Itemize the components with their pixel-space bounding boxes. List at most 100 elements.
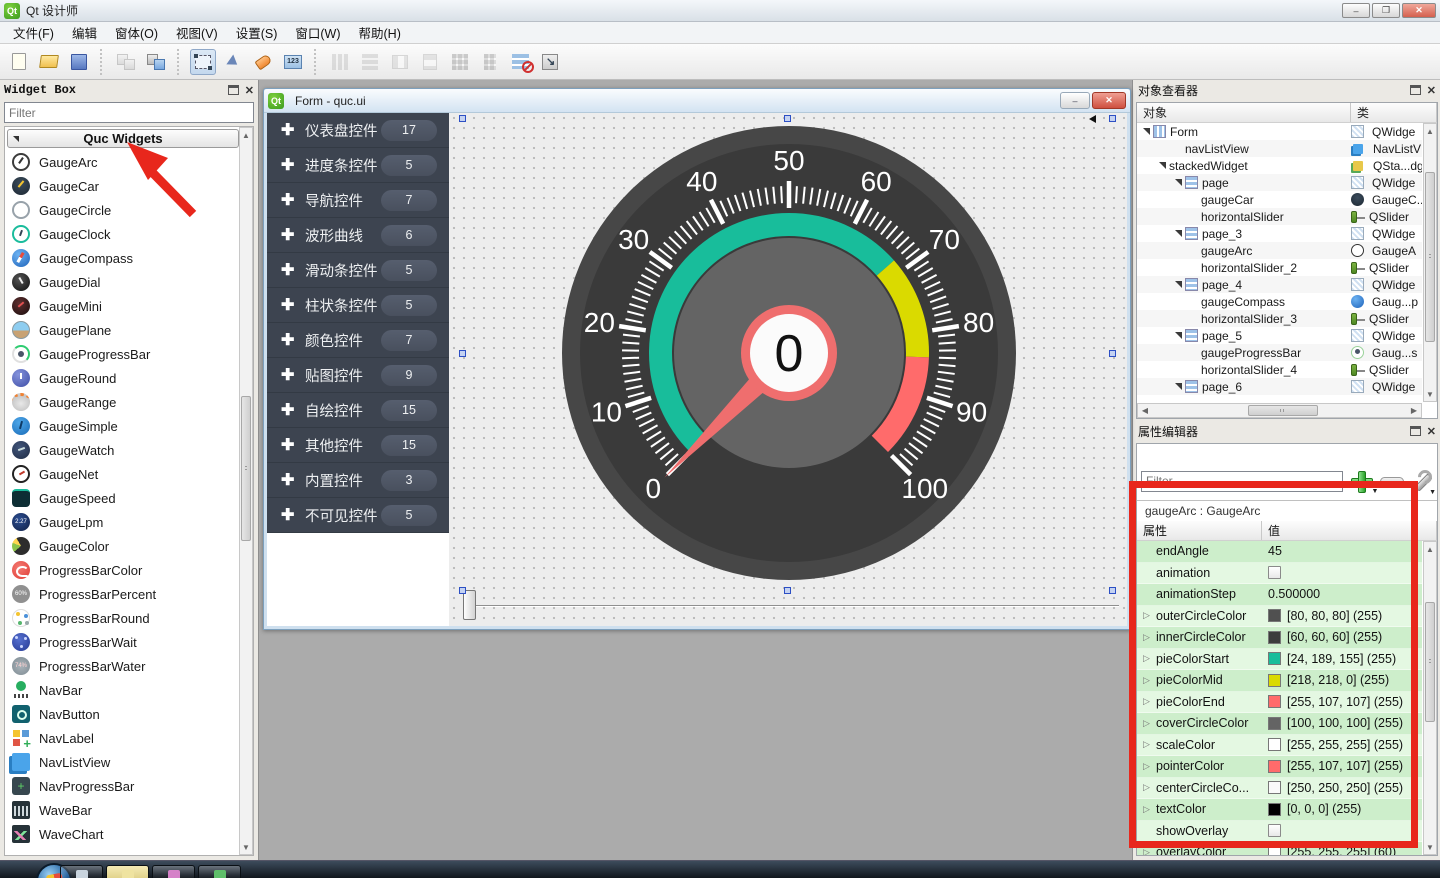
property-row-pieColorStart[interactable]: ▷pieColorStart[24, 189, 155] (255)	[1137, 649, 1422, 671]
widget-item-gaugelpm[interactable]: 2.27GaugeLpm	[7, 510, 239, 534]
selection-handle[interactable]	[1109, 115, 1116, 122]
property-row-endAngle[interactable]: endAngle45	[1137, 541, 1422, 563]
adjust-size-icon[interactable]	[537, 49, 563, 75]
widget-item-gaugeprogressbar[interactable]: GaugeProgressBar	[7, 342, 239, 366]
nav-item-导航控件[interactable]: ✚导航控件7	[267, 183, 449, 218]
taskbar-app-3[interactable]	[152, 865, 195, 878]
property-row-coverCircleColor[interactable]: ▷coverCircleColor[100, 100, 100] (255)	[1137, 713, 1422, 735]
menu-item-7[interactable]: 帮助(H)	[350, 20, 410, 45]
checkbox[interactable]	[1268, 566, 1281, 579]
widget-item-progressbarround[interactable]: ProgressBarRound	[7, 606, 239, 630]
close-button[interactable]: ✕	[1402, 3, 1436, 18]
widget-item-wavebar[interactable]: WaveBar	[7, 798, 239, 822]
float-dock-icon[interactable]	[1410, 85, 1421, 95]
float-dock-icon[interactable]	[228, 85, 239, 95]
nav-item-贴图控件[interactable]: ✚贴图控件9	[267, 358, 449, 393]
widget-item-navlabel[interactable]: NavLabel	[7, 726, 239, 750]
close-dock-icon[interactable]: ✕	[1427, 84, 1436, 97]
widget-item-gaugecircle[interactable]: GaugeCircle	[7, 198, 239, 222]
expand-icon[interactable]: ▷	[1143, 739, 1152, 750]
property-row-showOverlay[interactable]: showOverlay	[1137, 821, 1422, 843]
menu-item-3[interactable]: 窗体(O)	[106, 20, 167, 45]
widget-item-progressbarwait[interactable]: ProgressBarWait	[7, 630, 239, 654]
form-canvas[interactable]: 01020304050607080901000	[449, 113, 1127, 626]
scroll-up-icon[interactable]: ▲	[1424, 124, 1436, 138]
checkbox[interactable]	[1268, 824, 1281, 837]
paste-widget-icon[interactable]	[143, 49, 169, 75]
widget-item-gaugeplane[interactable]: GaugePlane	[7, 318, 239, 342]
expand-icon[interactable]	[1175, 332, 1182, 339]
scroll-down-icon[interactable]: ▼	[1424, 840, 1436, 854]
widget-item-gaugenet[interactable]: GaugeNet	[7, 462, 239, 486]
nav-item-波形曲线[interactable]: ✚波形曲线6	[267, 218, 449, 253]
widget-item-gaugeround[interactable]: GaugeRound	[7, 366, 239, 390]
color-swatch[interactable]	[1268, 674, 1281, 687]
open-file-icon[interactable]	[36, 49, 62, 75]
tree-row-horizontalSlider_2[interactable]: horizontalSlider_2QSlider	[1137, 259, 1422, 276]
property-value[interactable]: [255, 255, 255] (60)	[1287, 845, 1396, 855]
property-row-scaleColor[interactable]: ▷scaleColor[255, 255, 255] (255)	[1137, 735, 1422, 757]
property-value[interactable]: [60, 60, 60] (255)	[1287, 630, 1382, 644]
tree-row-Form[interactable]: FormQWidge	[1137, 123, 1422, 140]
scroll-right-icon[interactable]: ▶	[1407, 404, 1421, 417]
expand-icon[interactable]: ▷	[1143, 610, 1152, 621]
column-value[interactable]: 值	[1262, 521, 1437, 540]
property-value[interactable]: [218, 218, 0] (255)	[1287, 673, 1389, 687]
tree-row-gaugeCar[interactable]: gaugeCarGaugeC...	[1137, 191, 1422, 208]
new-file-icon[interactable]	[6, 49, 32, 75]
widget-item-progressbarcolor[interactable]: ProgressBarColor	[7, 558, 239, 582]
property-value[interactable]: [24, 189, 155] (255)	[1287, 652, 1396, 666]
selection-handle[interactable]	[784, 587, 791, 594]
expand-icon[interactable]: ▷	[1143, 804, 1152, 815]
expand-icon[interactable]: ▷	[1143, 847, 1152, 855]
taskbar-app-1[interactable]	[60, 865, 103, 878]
remove-property-button[interactable]	[1380, 477, 1403, 486]
property-row-pieColorMid[interactable]: ▷pieColorMid[218, 218, 0] (255)	[1137, 670, 1422, 692]
color-swatch[interactable]	[1268, 760, 1281, 773]
property-value[interactable]: [0, 0, 0] (255)	[1287, 802, 1361, 816]
layout-grid-icon[interactable]	[447, 49, 473, 75]
column-class[interactable]: 类	[1351, 103, 1437, 122]
tree-row-page_5[interactable]: page_5QWidge	[1137, 327, 1422, 344]
menu-item-2[interactable]: 编辑	[63, 20, 106, 45]
layout-horizontal-splitter-icon[interactable]	[387, 49, 413, 75]
maximize-button[interactable]: ❐	[1372, 3, 1400, 18]
menu-item-1[interactable]: 文件(F)	[4, 20, 63, 45]
inspector-vscrollbar[interactable]: ▲ ▼	[1423, 123, 1437, 402]
property-scrollbar[interactable]: ▲ ▼	[1423, 541, 1437, 855]
nav-item-不可见控件[interactable]: ✚不可见控件5	[267, 498, 449, 533]
break-layout-icon[interactable]	[507, 49, 533, 75]
widget-item-gaugecompass[interactable]: GaugeCompass	[7, 246, 239, 270]
nav-item-滑动条控件[interactable]: ✚滑动条控件5	[267, 253, 449, 288]
selection-handle[interactable]	[1109, 350, 1116, 357]
expand-icon[interactable]	[1175, 179, 1182, 186]
widget-item-gaugesimple[interactable]: GaugeSimple	[7, 414, 239, 438]
property-value[interactable]: [255, 107, 107] (255)	[1287, 695, 1403, 709]
widget-item-gaugewatch[interactable]: GaugeWatch	[7, 438, 239, 462]
add-property-button[interactable]: ▼	[1349, 469, 1374, 493]
expand-icon[interactable]: ▷	[1143, 632, 1152, 643]
inspector-hscrollbar[interactable]: ◀ ▶	[1137, 403, 1422, 418]
nav-item-其他控件[interactable]: ✚其他控件15	[267, 428, 449, 463]
nav-item-内置控件[interactable]: ✚内置控件3	[267, 463, 449, 498]
property-row-pieColorEnd[interactable]: ▷pieColorEnd[255, 107, 107] (255)	[1137, 692, 1422, 714]
color-swatch[interactable]	[1268, 803, 1281, 816]
tree-row-page[interactable]: pageQWidge	[1137, 174, 1422, 191]
tree-row-navListView[interactable]: navListViewNavListV	[1137, 140, 1422, 157]
widget-item-progressbarpercent[interactable]: 60%ProgressBarPercent	[7, 582, 239, 606]
tree-row-gaugeArc[interactable]: gaugeArcGaugeA	[1137, 242, 1422, 259]
expand-icon[interactable]: ▷	[1143, 653, 1152, 664]
property-filter-input[interactable]	[1141, 471, 1343, 492]
close-dock-icon[interactable]: ✕	[245, 84, 254, 97]
property-row-overlayColor[interactable]: ▷overlayColor[255, 255, 255] (60)	[1137, 842, 1422, 855]
widget-item-navbar[interactable]: NavBar	[7, 678, 239, 702]
nav-item-进度条控件[interactable]: ✚进度条控件5	[267, 148, 449, 183]
expand-icon[interactable]	[1175, 383, 1182, 390]
color-swatch[interactable]	[1268, 609, 1281, 622]
property-row-innerCircleColor[interactable]: ▷innerCircleColor[60, 60, 60] (255)	[1137, 627, 1422, 649]
selection-handle[interactable]	[459, 115, 466, 122]
widget-filter-input[interactable]	[4, 102, 254, 123]
expand-icon[interactable]	[1143, 128, 1150, 135]
expand-icon[interactable]	[1175, 230, 1182, 237]
color-swatch[interactable]	[1268, 846, 1281, 855]
